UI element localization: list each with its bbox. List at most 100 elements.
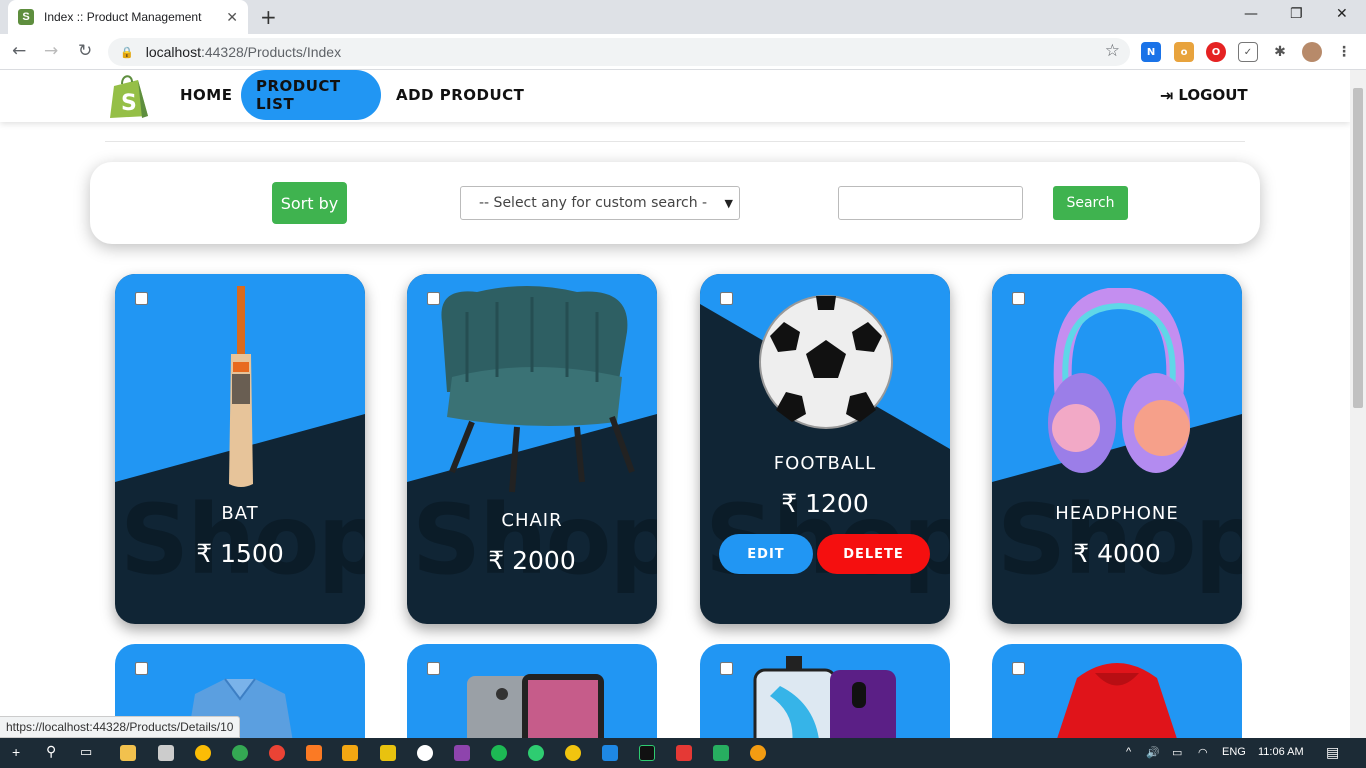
app-icon[interactable] (342, 745, 358, 761)
notepad-icon[interactable] (158, 745, 174, 761)
search-button[interactable]: Search (1053, 186, 1128, 220)
product-price: ₹ 1200 (781, 489, 869, 518)
search-panel: Sort by -- Select any for custom search … (90, 162, 1260, 244)
phone-image (467, 674, 604, 738)
new-tab-button[interactable]: + (260, 5, 277, 29)
product-price: ₹ 1500 (196, 539, 284, 568)
reload-icon[interactable]: ↻ (78, 41, 92, 61)
language-indicator[interactable]: ENG (1222, 746, 1246, 758)
page-scrollbar[interactable] (1350, 70, 1366, 738)
product-name: BAT (221, 503, 259, 524)
url-host: localhost (145, 44, 201, 60)
product-card[interactable]: Shop FOOTBALL ₹ 1200 EDIT DELETE (700, 274, 950, 624)
window-close-icon[interactable]: ✕ (1336, 6, 1348, 22)
product-card[interactable] (700, 644, 950, 738)
battery-icon[interactable]: ▭ (1172, 746, 1182, 759)
minimize-icon[interactable]: — (1244, 6, 1258, 22)
edit-button[interactable]: EDIT (719, 534, 813, 574)
app2-icon[interactable] (380, 745, 396, 761)
product-name: HEADPHONE (1055, 503, 1179, 524)
chrome-canary-icon[interactable] (269, 745, 285, 761)
delete-button[interactable]: DELETE (817, 534, 930, 574)
product-card[interactable]: Shop HEADPHONE ₹ 4000 (992, 274, 1242, 624)
pycharm-icon[interactable] (639, 745, 655, 761)
logout-label: LOGOUT (1178, 86, 1248, 104)
product-select-checkbox[interactable] (135, 662, 148, 675)
extensions-puzzle-icon[interactable]: ✱ (1270, 42, 1290, 62)
nav-product-list-link[interactable]: PRODUCT LIST (241, 70, 381, 120)
football-image (759, 295, 893, 429)
browser-menu-icon[interactable]: ⋮ (1334, 42, 1354, 62)
lock-icon: 🔒 (120, 46, 134, 59)
clock[interactable]: 11:06 AM (1258, 746, 1304, 758)
file-explorer-icon[interactable] (120, 745, 136, 761)
scrollbar-thumb[interactable] (1353, 88, 1363, 408)
extension-owl-icon[interactable]: o (1174, 42, 1194, 62)
product-select-checkbox[interactable] (1012, 662, 1025, 675)
product-select-checkbox[interactable] (1012, 292, 1025, 305)
page-content: S HOME PRODUCT LIST ADD PRODUCT ⇥ LOGOUT… (0, 70, 1350, 738)
product-select-checkbox[interactable] (135, 292, 148, 305)
xampp-icon[interactable] (306, 745, 322, 761)
address-bar[interactable]: 🔒 localhost:44328/Products/Index ☆ (108, 38, 1130, 66)
chevron-down-icon: ▼ (724, 196, 733, 210)
shop-watermark: Shop (412, 484, 657, 596)
spotify-icon[interactable] (491, 745, 507, 761)
hoodie-image (1057, 663, 1177, 738)
custom-search-select-value: -- Select any for custom search - (479, 195, 708, 211)
app3-icon[interactable] (417, 745, 433, 761)
app7-icon[interactable] (713, 745, 729, 761)
product-card[interactable]: Shop BAT ₹ 1500 (115, 274, 365, 624)
extension-new-icon[interactable]: N (1141, 42, 1161, 62)
profile-avatar[interactable] (1302, 42, 1322, 62)
nav-home-link[interactable]: HOME (165, 70, 247, 120)
back-icon[interactable]: ← (12, 41, 26, 61)
restore-icon[interactable]: ❐ (1290, 6, 1303, 22)
nav-add-product-link[interactable]: ADD PRODUCT (381, 70, 539, 120)
divider (105, 141, 1245, 142)
app5-icon[interactable] (565, 745, 581, 761)
notifications-icon[interactable]: ▤ (1326, 744, 1339, 761)
shopify-logo-icon[interactable]: S (108, 72, 152, 120)
logout-link[interactable]: ⇥ LOGOUT (1160, 70, 1248, 120)
bat-image (229, 286, 253, 487)
product-select-checkbox[interactable] (427, 662, 440, 675)
status-url: https://localhost:44328/Products/Details… (0, 716, 241, 738)
product-card[interactable]: Shop CHAIR ₹ 2000 (407, 274, 657, 624)
forward-icon[interactable]: → (44, 41, 58, 61)
tray-chevron-icon[interactable]: ^ (1126, 746, 1131, 758)
task-view-icon[interactable]: ▭ (80, 744, 92, 760)
search-icon[interactable]: ⚲ (46, 743, 56, 760)
start-icon[interactable]: + (12, 744, 20, 760)
volume-icon[interactable]: 🔊 (1146, 746, 1160, 759)
app4-icon[interactable] (528, 745, 544, 761)
browser-tab-strip: S Index :: Product Management ✕ + — ❐ ✕ (0, 0, 1366, 34)
chrome-icon[interactable] (195, 745, 211, 761)
windows-taskbar: + ⚲ ▭ ^ 🔊 ▭ ◠ ENG 11:06 AM ▤ (0, 738, 1366, 768)
extension-shield-icon[interactable]: ✓ (1238, 42, 1258, 62)
product-name: CHAIR (501, 510, 563, 531)
vscode-icon[interactable] (602, 745, 618, 761)
product-price: ₹ 2000 (488, 546, 576, 575)
product-price: ₹ 4000 (1073, 539, 1161, 568)
logout-icon: ⇥ (1160, 85, 1174, 105)
app6-icon[interactable] (676, 745, 692, 761)
custom-search-select[interactable]: -- Select any for custom search - ▼ (460, 186, 740, 220)
browser-toolbar: ← → ↻ 🔒 localhost:44328/Products/Index ☆… (0, 34, 1366, 70)
product-select-checkbox[interactable] (720, 292, 733, 305)
sort-by-button[interactable]: Sort by (272, 182, 347, 224)
tab-close-icon[interactable]: ✕ (226, 9, 238, 26)
product-card[interactable] (992, 644, 1242, 738)
search-input[interactable] (838, 186, 1023, 220)
browser-tab[interactable]: S Index :: Product Management ✕ (8, 0, 248, 34)
product-card[interactable] (407, 644, 657, 738)
app8-icon[interactable] (750, 745, 766, 761)
tab-title: Index :: Product Management (44, 10, 202, 24)
product-select-checkbox[interactable] (720, 662, 733, 675)
visual-studio-icon[interactable] (454, 745, 470, 761)
bookmark-star-icon[interactable]: ☆ (1105, 41, 1120, 61)
extension-opera-icon[interactable]: O (1206, 42, 1226, 62)
wifi-icon[interactable]: ◠ (1198, 746, 1208, 759)
chrome-alt-icon[interactable] (232, 745, 248, 761)
site-navbar: S HOME PRODUCT LIST ADD PRODUCT ⇥ LOGOUT (0, 70, 1350, 122)
